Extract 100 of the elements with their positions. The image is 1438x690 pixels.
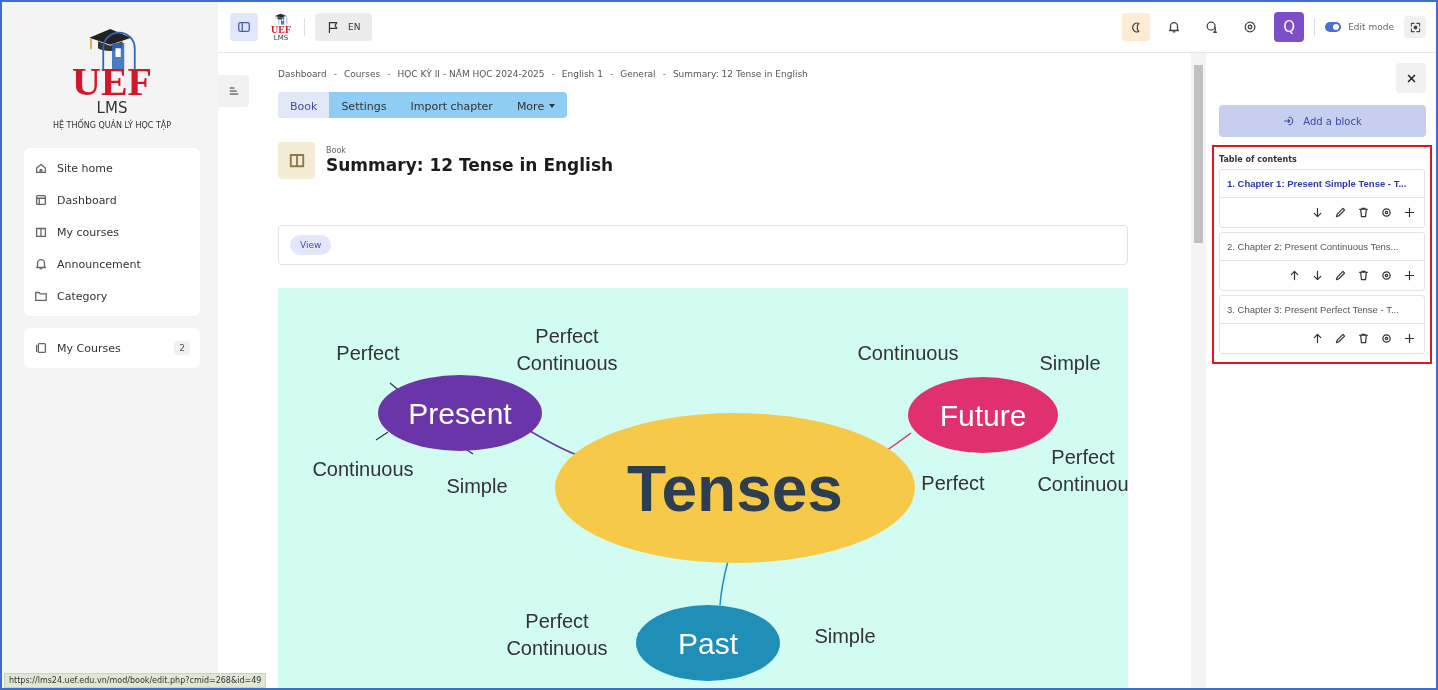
sidebar-toggle-button[interactable] <box>230 13 258 41</box>
plus-icon <box>1403 332 1416 345</box>
drawer-toggle-button[interactable] <box>218 75 249 107</box>
close-button[interactable] <box>1396 63 1426 93</box>
view-action-button[interactable] <box>1380 269 1393 282</box>
eye-icon <box>1380 269 1393 282</box>
breadcrumb-link[interactable]: HỌC KỲ II - NĂM HỌC 2024-2025 <box>397 69 545 79</box>
mind-map-leaf-label: Perfect Continuou <box>1037 446 1128 495</box>
nav-link[interactable]: Category <box>57 289 108 303</box>
mind-map-leaf-label: Simple <box>814 625 876 647</box>
breadcrumb-link[interactable]: Dashboard <box>278 69 327 79</box>
breadcrumb-separator: - <box>333 69 338 79</box>
edit-action-button[interactable] <box>1334 269 1347 282</box>
caret-icon <box>549 104 556 108</box>
flag-icon <box>327 20 340 34</box>
breadcrumb-link[interactable]: Summary: 12 Tense in English <box>672 69 808 79</box>
book-icon <box>34 225 48 239</box>
add-action-button[interactable] <box>1403 269 1416 282</box>
panel-heading: Table of contents <box>1219 155 1298 164</box>
leader-line <box>375 431 389 441</box>
user-avatar[interactable]: Q <box>1274 12 1305 42</box>
edit-mode-label: Edit mode <box>1348 22 1394 32</box>
delete-action-button[interactable] <box>1357 332 1370 345</box>
edit-action-button[interactable] <box>1334 206 1347 219</box>
mind-map-leaf-label: Continuous <box>312 458 414 480</box>
cards-icon <box>34 341 48 355</box>
dropdown-tab[interactable]: More <box>504 92 568 118</box>
dark-mode-button[interactable] <box>1122 13 1151 41</box>
plus-icon <box>1403 269 1416 282</box>
eye-icon <box>1380 332 1393 345</box>
tab[interactable]: Settings <box>329 92 399 118</box>
delete-action-button[interactable] <box>1357 269 1370 282</box>
nav-link[interactable]: Site home <box>57 161 113 175</box>
arrow-up-icon <box>1288 269 1301 282</box>
chat-bubbles-icon <box>1205 20 1220 34</box>
view-button[interactable]: View <box>290 235 332 255</box>
breadcrumb-link[interactable]: General <box>620 69 656 79</box>
settings-icon <box>1243 20 1258 34</box>
lines-icon <box>227 85 240 97</box>
delete-action-button[interactable] <box>1357 206 1370 219</box>
logo-product-name: LMS <box>96 99 128 117</box>
add-action-button[interactable] <box>1403 206 1416 219</box>
breadcrumb-link[interactable]: English 1 <box>561 69 603 79</box>
chapter-link[interactable]: 1. Chapter 1: Present Simple Tense - T... <box>1220 170 1424 198</box>
count-badge: 2 <box>174 341 190 355</box>
trash-icon <box>1357 269 1370 282</box>
pencil-icon <box>1334 206 1347 219</box>
mind-map-leaf-label: Continuous <box>857 342 959 364</box>
mind-map-center-label: Tenses <box>627 453 843 525</box>
layout-icon <box>34 193 48 207</box>
breadcrumb-link[interactable]: Courses <box>344 69 381 79</box>
add-block-button[interactable]: Add a block <box>1219 105 1426 137</box>
mind-map-leaf-label: Perfect <box>921 472 985 494</box>
activity-type-label: Book <box>326 145 347 155</box>
pencil-icon <box>1334 332 1347 345</box>
nav-link[interactable]: My courses <box>57 225 119 239</box>
arrow-down-icon <box>1311 269 1324 282</box>
status-bar-url: https://lms24.uef.edu.vn/mod/book/edit.php?cmid=268&id=49 <box>4 673 267 688</box>
logo-wordmark: UEF <box>271 24 291 35</box>
edit-mode-switch[interactable] <box>1325 22 1342 32</box>
sidebar-panel-icon <box>237 20 251 34</box>
close-icon <box>1405 72 1417 84</box>
tab[interactable]: Import chapter <box>398 92 505 118</box>
bell-icon <box>1167 20 1182 34</box>
nav-link[interactable]: My Courses <box>57 341 121 355</box>
nav-link[interactable]: Announcement <box>57 257 141 271</box>
chapter-link[interactable]: 3. Chapter 3: Present Perfect Tense - T... <box>1220 296 1424 324</box>
folder-icon <box>34 289 48 303</box>
pencil-icon <box>1334 269 1347 282</box>
breadcrumb-separator: - <box>609 69 614 79</box>
arrow-up-icon <box>1311 332 1324 345</box>
add-action-button[interactable] <box>1403 332 1416 345</box>
mind-map-leaf-label: Perfect <box>336 342 400 364</box>
breadcrumb-separator: - <box>551 69 555 79</box>
plus-icon <box>1403 206 1416 219</box>
mind-map-leaf-label: Simple <box>446 475 508 497</box>
language-button[interactable]: EN <box>315 13 373 41</box>
logo-wordmark: UEF <box>72 65 152 99</box>
trash-icon <box>1357 332 1370 345</box>
moon-icon <box>1129 20 1143 34</box>
bell-icon <box>34 257 48 271</box>
down-action-button[interactable] <box>1311 206 1324 219</box>
edit-action-button[interactable] <box>1334 332 1347 345</box>
scrollbar[interactable] <box>1191 53 1206 688</box>
mind-map-node-label: Present <box>408 397 512 430</box>
trash-icon <box>1357 206 1370 219</box>
tab[interactable]: Book <box>278 92 330 118</box>
mind-map-node-label: Future <box>939 399 1027 432</box>
down-action-button[interactable] <box>1311 269 1324 282</box>
view-action-button[interactable] <box>1380 206 1393 219</box>
nav-link[interactable]: Dashboard <box>57 193 117 207</box>
eye-icon <box>1380 206 1393 219</box>
up-action-button[interactable] <box>1288 269 1301 282</box>
connector-line <box>719 560 729 606</box>
chapter-link[interactable]: 2. Chapter 2: Present Continuous Tens... <box>1220 233 1424 261</box>
fullscreen-button[interactable] <box>1404 16 1426 38</box>
view-action-button[interactable] <box>1380 332 1393 345</box>
up-action-button[interactable] <box>1311 332 1324 345</box>
arrow-down-icon <box>1311 206 1324 219</box>
mind-map-node-label: Past <box>678 627 738 660</box>
